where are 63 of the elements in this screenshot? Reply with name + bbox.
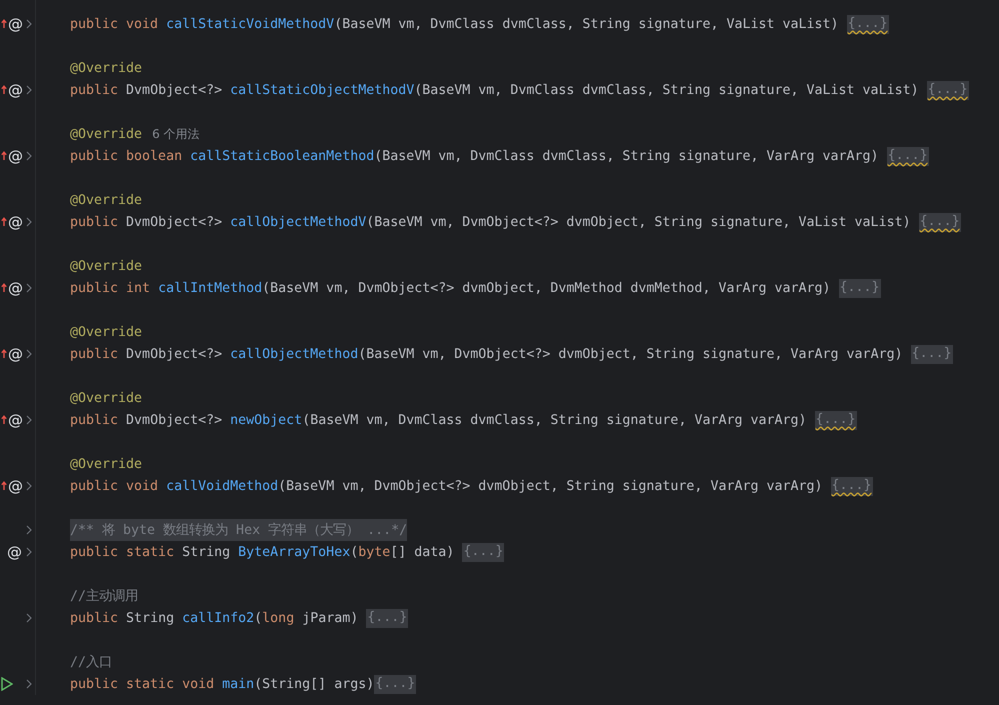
code-line: @Override xyxy=(70,60,142,76)
code-line: @Override xyxy=(70,192,142,208)
folded-code-button[interactable]: {...} xyxy=(918,212,961,232)
folded-code-button[interactable]: {...} xyxy=(366,608,408,628)
code-line: public void callStaticVoidMethodV(BaseVM vm, DvmClass dvmClass, String signature, VaList vaList) xyxy=(70,16,840,32)
chevron-right-icon[interactable] xyxy=(26,415,32,425)
folded-code-button[interactable]: {...} xyxy=(886,146,929,166)
code-line: //主动调用 xyxy=(70,588,138,605)
up-arrow-icon[interactable] xyxy=(1,415,7,424)
folded-code-button[interactable]: {...} xyxy=(926,80,969,100)
chevron-right-icon[interactable] xyxy=(26,217,32,227)
chevron-right-icon[interactable] xyxy=(26,525,32,535)
chevron-right-icon[interactable] xyxy=(26,613,32,623)
code-line: public int callIntMethod(BaseVM vm, DvmObject<?> dvmObject, DvmMethod dvmMethod, VarArg varArg) xyxy=(70,280,832,296)
at-sign-icon[interactable]: @ xyxy=(8,82,23,98)
up-arrow-icon[interactable] xyxy=(1,19,7,28)
code-line: public boolean callStaticBooleanMethod(BaseVM vm, DvmClass dvmClass, String signature, VarArg varArg) xyxy=(70,148,880,164)
chevron-right-icon[interactable] xyxy=(26,547,32,557)
code-line: //入口 xyxy=(70,654,112,671)
at-sign-icon[interactable]: @ xyxy=(8,148,23,164)
up-arrow-icon[interactable] xyxy=(1,283,7,292)
at-sign-icon[interactable]: @ xyxy=(7,544,22,560)
at-sign-icon[interactable]: @ xyxy=(8,412,23,428)
at-sign-icon[interactable]: @ xyxy=(8,280,23,296)
code-line: public DvmObject<?> callStaticObjectMethodV(BaseVM vm, DvmClass dvmClass, String signature, VaList vaList) xyxy=(70,82,920,98)
folded-code-button[interactable]: {...} xyxy=(462,542,504,562)
up-arrow-icon[interactable] xyxy=(1,85,7,94)
chevron-right-icon[interactable] xyxy=(26,151,32,161)
folded-comment[interactable]: /** 将 byte 数组转换为 Hex 字符串（大写） ...*/ xyxy=(70,519,408,541)
usage-hint[interactable]: 6 个用法 xyxy=(152,126,200,142)
code-line: public String callInfo2(long jParam) xyxy=(70,610,360,626)
up-arrow-icon[interactable] xyxy=(1,349,7,358)
at-sign-icon[interactable]: @ xyxy=(8,16,23,32)
chevron-right-icon[interactable] xyxy=(26,481,32,491)
folded-code-button[interactable]: {...} xyxy=(846,14,889,34)
code-line: public DvmObject<?> callObjectMethodV(BaseVM vm, DvmObject<?> dvmObject, String signature, VaList vaList) xyxy=(70,214,912,230)
folded-code-button[interactable]: {...} xyxy=(910,344,953,364)
run-icon[interactable] xyxy=(1,677,13,691)
code-line: @Override xyxy=(70,324,142,340)
code-line: public DvmObject<?> callObjectMethod(BaseVM vm, DvmObject<?> dvmObject, String signature, VarArg varArg) xyxy=(70,346,904,362)
chevron-right-icon[interactable] xyxy=(26,349,32,359)
chevron-right-icon[interactable] xyxy=(26,19,32,29)
at-sign-icon[interactable]: @ xyxy=(8,214,23,230)
chevron-right-icon[interactable] xyxy=(26,85,32,95)
at-sign-icon[interactable]: @ xyxy=(8,346,23,362)
code-line: @Override xyxy=(70,456,142,472)
code-line: public static void main(String[] args) xyxy=(70,676,374,692)
up-arrow-icon[interactable] xyxy=(1,217,7,226)
code-line: public DvmObject<?> newObject(BaseVM vm, DvmClass dvmClass, String signature, VarArg varArg) xyxy=(70,412,808,428)
chevron-right-icon[interactable] xyxy=(26,679,32,689)
code-line: public void callVoidMethod(BaseVM vm, DvmObject<?> dvmObject, String signature, VarArg varArg) xyxy=(70,478,824,494)
code-line: public static String ByteArrayToHex(byte[] data) xyxy=(70,544,456,560)
folded-code-button[interactable]: {...} xyxy=(374,674,416,694)
up-arrow-icon[interactable] xyxy=(1,481,7,490)
at-sign-icon[interactable]: @ xyxy=(8,478,23,494)
chevron-right-icon[interactable] xyxy=(26,283,32,293)
folded-code-button[interactable]: {...} xyxy=(838,278,881,298)
code-line: @Override xyxy=(70,258,142,274)
folded-code-button[interactable]: {...} xyxy=(830,476,873,496)
code-line: @Override xyxy=(70,390,142,406)
folded-code-button[interactable]: {...} xyxy=(814,410,857,430)
code-line: @Override xyxy=(70,126,142,142)
up-arrow-icon[interactable] xyxy=(1,151,7,160)
